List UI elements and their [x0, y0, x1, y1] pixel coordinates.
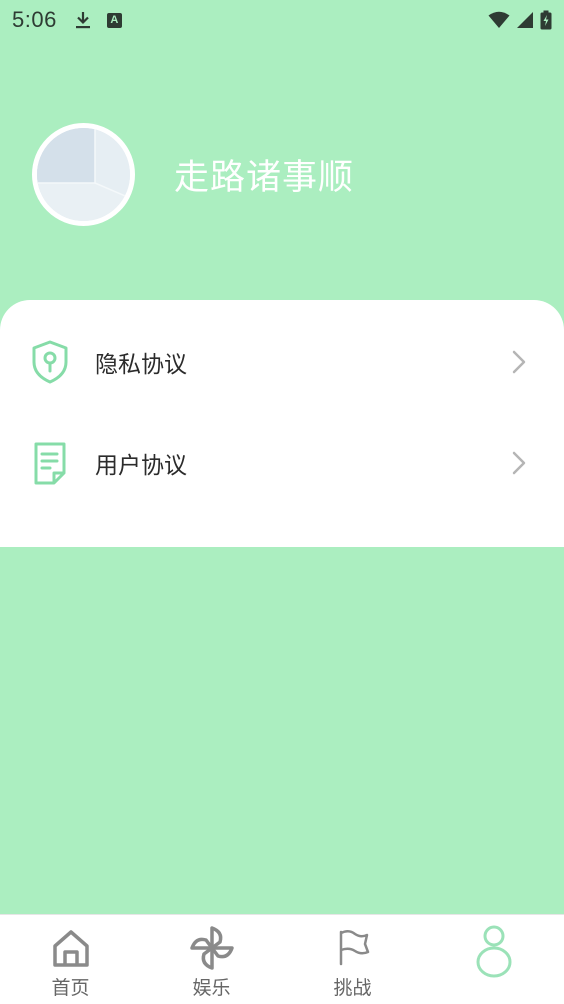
pinwheel-icon — [189, 926, 234, 970]
menu-item-label: 隐私协议 — [95, 352, 187, 378]
chevron-right-icon — [512, 350, 526, 374]
shield-keyhole-icon — [32, 340, 68, 384]
tab-label: 首页 — [51, 977, 90, 999]
keyboard-badge-icon: A — [106, 12, 122, 28]
wifi-icon — [488, 11, 510, 28]
tab-profile[interactable] — [423, 915, 564, 1004]
menu-card: 隐私协议 用户协议 — [0, 300, 564, 547]
avatar[interactable] — [32, 123, 135, 226]
avatar-image — [37, 128, 130, 221]
status-system-icons — [488, 10, 552, 30]
menu-item-label: 用户协议 — [95, 453, 187, 479]
document-icon — [34, 442, 66, 485]
download-icon — [75, 12, 90, 29]
status-time: 5:06 — [12, 7, 57, 32]
tab-entertainment[interactable]: 娱乐 — [141, 915, 282, 1004]
battery-charging-icon — [540, 10, 552, 30]
status-bar: 5:06 A — [0, 0, 564, 40]
menu-item-privacy-policy[interactable]: 隐私协议 — [0, 322, 564, 402]
tab-label: 娱乐 — [192, 977, 231, 999]
flag-icon — [339, 930, 369, 966]
chevron-right-icon — [512, 451, 526, 475]
menu-item-user-agreement[interactable]: 用户协议 — [0, 423, 564, 503]
tab-label: 挑战 — [333, 977, 372, 999]
bottom-tab-bar: 首页 娱乐 挑战 — [0, 914, 564, 1004]
home-icon — [52, 930, 89, 967]
cellular-signal-icon — [517, 12, 533, 28]
status-notification-icons: A — [75, 11, 122, 29]
person-outline-icon — [476, 925, 511, 978]
tab-home[interactable]: 首页 — [0, 915, 141, 1004]
profile-header: 走路诸事顺 — [32, 123, 354, 226]
tab-challenge[interactable]: 挑战 — [282, 915, 423, 1004]
username: 走路诸事顺 — [174, 158, 355, 198]
